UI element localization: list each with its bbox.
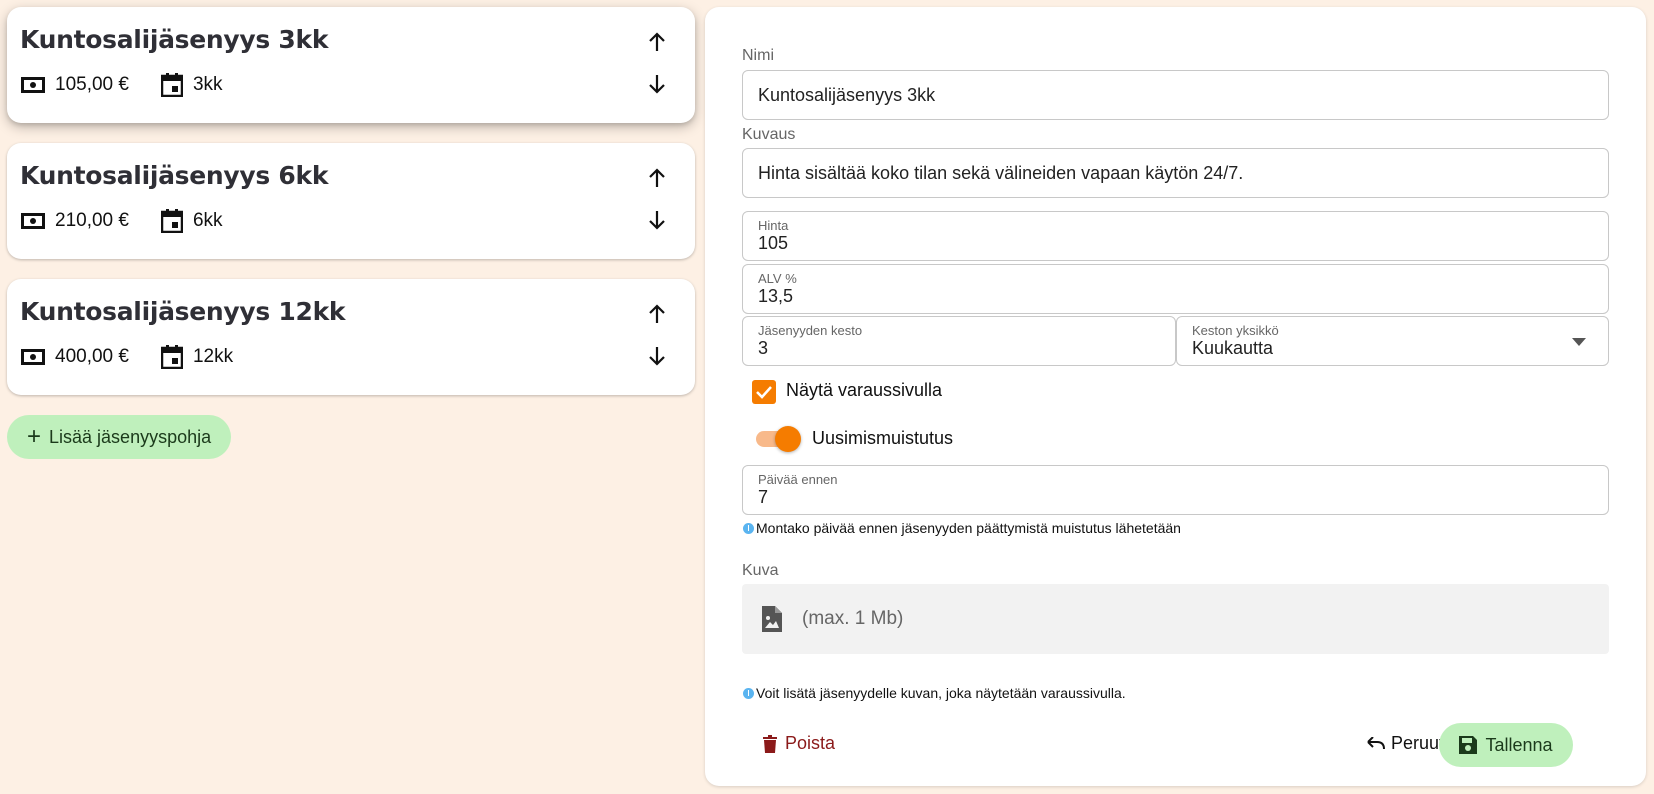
price-value: 105	[758, 233, 789, 253]
template-card[interactable]: Kuntosalijäsenyys 6kk 210,00 € 6kk	[7, 143, 695, 259]
price-item: 210,00 €	[21, 210, 129, 232]
move-up-button[interactable]	[641, 26, 673, 58]
arrow-up-icon	[649, 32, 665, 51]
add-template-button[interactable]: + Lisää jäsenyyspohja	[7, 415, 232, 459]
arrow-down-icon	[649, 75, 665, 94]
name-label: Nimi	[742, 47, 774, 64]
delete-icon	[763, 734, 777, 753]
description-label: Kuvaus	[742, 126, 796, 143]
delete-label: Poista	[785, 733, 836, 753]
calendar-icon	[160, 209, 183, 233]
save-icon	[1459, 736, 1478, 754]
template-list: Kuntosalijäsenyys 3kk 105,00 € 3kk Kunto…	[7, 7, 695, 459]
arrow-up-icon	[649, 168, 665, 187]
image-label: Kuva	[742, 562, 779, 579]
template-title: Kuntosalijäsenyys 12kk	[20, 297, 346, 326]
calendar-icon	[160, 345, 183, 369]
duration-label: Jäsenyyden kesto	[758, 323, 863, 338]
vat-value: 13,5	[758, 286, 794, 306]
template-price: 105,00 €	[55, 74, 129, 95]
unit-value: Kuukautta	[1192, 338, 1274, 358]
duration-value: 3	[758, 338, 769, 358]
days-before-hint-text: Montako päivää ennen jäsenyyden päättymi…	[756, 520, 1181, 536]
template-meta: 210,00 € 6kk	[21, 209, 255, 233]
save-button[interactable]: Tallenna	[1439, 723, 1573, 767]
template-price: 400,00 €	[55, 346, 129, 367]
duration-item: 12kk	[160, 345, 234, 369]
move-down-button[interactable]	[641, 204, 673, 236]
plus-icon: +	[27, 423, 42, 450]
arrow-up-icon	[649, 304, 665, 323]
renewal-reminder-label: Uusimismuistutus	[812, 428, 954, 448]
money-icon	[21, 349, 45, 365]
add-template-label: Lisää jäsenyyspohja	[49, 426, 212, 447]
image-file-icon	[762, 606, 782, 632]
template-title: Kuntosalijäsenyys 3kk	[20, 25, 329, 54]
name-value: Kuntosalijäsenyys 3kk	[758, 85, 936, 105]
duration-item: 3kk	[160, 73, 223, 97]
money-icon	[21, 213, 45, 229]
toggle-thumb[interactable]	[775, 426, 801, 452]
info-icon	[743, 522, 754, 534]
days-before-input[interactable]: Päivää ennen 7	[742, 465, 1609, 515]
duration-unit-select[interactable]: Keston yksikkö Kuukautta	[1176, 316, 1609, 366]
move-down-button[interactable]	[641, 340, 673, 372]
image-upload-text: (max. 1 Mb)	[802, 608, 904, 629]
dropdown-arrow-icon	[1572, 338, 1586, 346]
template-meta: 400,00 € 12kk	[21, 345, 265, 369]
name-input[interactable]: Kuntosalijäsenyys 3kk	[742, 70, 1609, 120]
vat-label: ALV %	[758, 271, 797, 286]
duration-item: 6kk	[160, 209, 223, 233]
price-item: 105,00 €	[21, 74, 129, 96]
image-hint-text: Voit lisätä jäsenyydelle kuvan, joka näy…	[756, 685, 1126, 701]
vat-input[interactable]: ALV % 13,5	[742, 264, 1609, 314]
template-card[interactable]: Kuntosalijäsenyys 12kk 400,00 € 12kk	[7, 279, 695, 395]
days-before-hint: Montako päivää ennen jäsenyyden päättymi…	[743, 520, 1181, 536]
template-price: 210,00 €	[55, 210, 129, 231]
move-up-button[interactable]	[641, 298, 673, 330]
arrow-down-icon	[649, 211, 665, 230]
template-title: Kuntosalijäsenyys 6kk	[20, 161, 329, 190]
description-input[interactable]: Hinta sisältää koko tilan sekä välineide…	[742, 148, 1609, 198]
price-label: Hinta	[758, 218, 789, 233]
save-label: Tallenna	[1485, 734, 1553, 755]
template-duration: 12kk	[192, 346, 234, 367]
days-before-value: 7	[758, 487, 769, 507]
info-icon	[743, 687, 754, 699]
image-hint: Voit lisätä jäsenyydelle kuvan, joka näy…	[743, 685, 1126, 701]
template-meta: 105,00 € 3kk	[21, 73, 255, 97]
template-duration: 3kk	[192, 74, 223, 95]
calendar-icon	[160, 73, 183, 97]
price-input[interactable]: Hinta 105	[742, 211, 1609, 261]
unit-label: Keston yksikkö	[1192, 323, 1279, 338]
delete-button[interactable]: Poista	[763, 733, 835, 754]
edit-panel: Nimi Kuntosalijäsenyys 3kk Kuvaus Hinta …	[705, 7, 1646, 786]
check-icon	[756, 386, 772, 399]
duration-input[interactable]: Jäsenyyden kesto 3	[742, 316, 1176, 366]
template-duration: 6kk	[192, 210, 223, 231]
undo-icon	[1367, 736, 1385, 749]
days-before-label: Päivää ennen	[758, 472, 838, 487]
template-card[interactable]: Kuntosalijäsenyys 3kk 105,00 € 3kk	[7, 7, 695, 123]
arrow-down-icon	[649, 347, 665, 366]
money-icon	[21, 77, 45, 93]
show-on-booking-checkbox[interactable]	[752, 380, 776, 404]
description-value: Hinta sisältää koko tilan sekä välineide…	[758, 163, 1244, 183]
move-down-button[interactable]	[641, 68, 673, 100]
price-item: 400,00 €	[21, 346, 129, 368]
move-up-button[interactable]	[641, 162, 673, 194]
show-on-booking-label: Näytä varaussivulla	[786, 380, 943, 400]
image-upload[interactable]: (max. 1 Mb)	[742, 584, 1609, 654]
